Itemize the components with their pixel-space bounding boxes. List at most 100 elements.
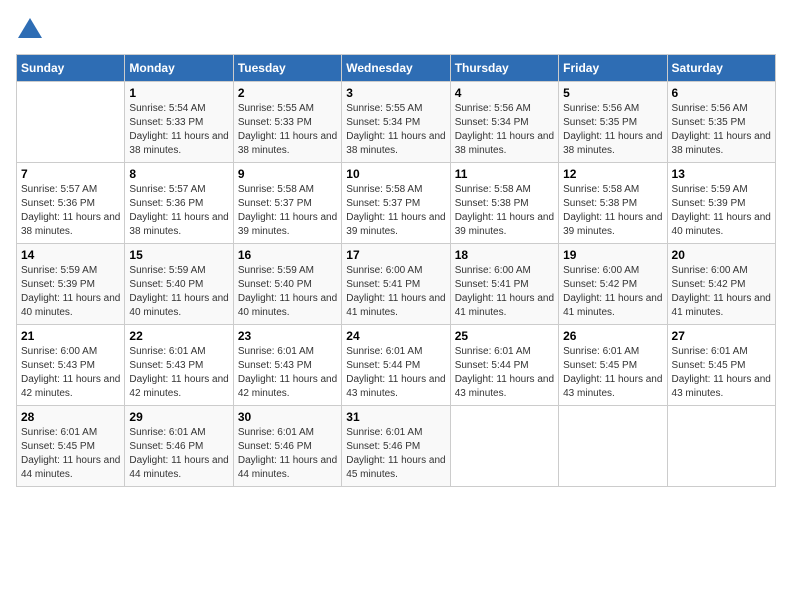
- logo: [16, 16, 48, 44]
- calendar-cell: 21 Sunrise: 6:00 AMSunset: 5:43 PMDayligh…: [17, 325, 125, 406]
- calendar-cell: [450, 406, 558, 487]
- calendar-cell: 7 Sunrise: 5:57 AMSunset: 5:36 PMDaylight…: [17, 163, 125, 244]
- day-info: Sunrise: 6:01 AMSunset: 5:44 PMDaylight:…: [455, 345, 554, 401]
- day-info: Sunrise: 5:59 AMSunset: 5:40 PMDaylight:…: [129, 264, 228, 320]
- day-number: 18: [455, 248, 554, 262]
- day-number: 24: [346, 329, 445, 343]
- calendar-cell: 14Sunrise: 5:59 AMSunset: 5:39 PMDayligh…: [17, 244, 125, 325]
- calendar-cell: 17Sunrise: 6:00 AMSunset: 5:41 PMDayligh…: [342, 244, 450, 325]
- calendar-cell: 19 Sunrise: 6:00 AMSunset: 5:42 PMDayligh…: [559, 244, 667, 325]
- day-info: Sunrise: 6:00 AMSunset: 5:42 PMDaylight:…: [563, 264, 662, 320]
- day-number: 25: [455, 329, 554, 343]
- day-info: Sunrise: 6:01 AMSunset: 5:44 PMDaylight:…: [346, 345, 445, 401]
- day-number: 11: [455, 167, 554, 181]
- calendar-cell: 12 Sunrise: 5:58 AMSunset: 5:38 PMDayligh…: [559, 163, 667, 244]
- day-number: 3: [346, 86, 445, 100]
- day-info: Sunrise: 5:58 AMSunset: 5:37 PMDaylight:…: [238, 183, 337, 239]
- day-info: Sunrise: 5:57 AMSunset: 5:36 PMDaylight:…: [21, 183, 120, 239]
- day-number: 31: [346, 410, 445, 424]
- day-info: Sunrise: 6:01 AMSunset: 5:45 PMDaylight:…: [672, 345, 771, 401]
- day-number: 23: [238, 329, 337, 343]
- day-info: Sunrise: 6:01 AMSunset: 5:46 PMDaylight:…: [346, 426, 445, 482]
- calendar-cell: 6 Sunrise: 5:56 AMSunset: 5:35 PMDaylight…: [667, 82, 775, 163]
- day-info: Sunrise: 5:59 AMSunset: 5:39 PMDaylight:…: [21, 264, 120, 320]
- day-number: 30: [238, 410, 337, 424]
- day-number: 15: [129, 248, 228, 262]
- day-info: Sunrise: 5:55 AMSunset: 5:33 PMDaylight:…: [238, 102, 337, 158]
- day-header-wednesday: Wednesday: [342, 55, 450, 82]
- day-info: Sunrise: 6:01 AMSunset: 5:45 PMDaylight:…: [21, 426, 120, 482]
- day-info: Sunrise: 6:01 AMSunset: 5:45 PMDaylight:…: [563, 345, 662, 401]
- day-number: 29: [129, 410, 228, 424]
- day-number: 27: [672, 329, 771, 343]
- calendar-cell: 26 Sunrise: 6:01 AMSunset: 5:45 PMDayligh…: [559, 325, 667, 406]
- day-info: Sunrise: 6:00 AMSunset: 5:43 PMDaylight:…: [21, 345, 120, 401]
- calendar-cell: 28Sunrise: 6:01 AMSunset: 5:45 PMDayligh…: [17, 406, 125, 487]
- day-info: Sunrise: 6:00 AMSunset: 5:41 PMDaylight:…: [455, 264, 554, 320]
- calendar-cell: 30 Sunrise: 6:01 AMSunset: 5:46 PMDayligh…: [233, 406, 341, 487]
- day-info: Sunrise: 6:01 AMSunset: 5:43 PMDaylight:…: [238, 345, 337, 401]
- calendar-cell: 24 Sunrise: 6:01 AMSunset: 5:44 PMDayligh…: [342, 325, 450, 406]
- day-number: 12: [563, 167, 662, 181]
- calendar-cell: 15 Sunrise: 5:59 AMSunset: 5:40 PMDayligh…: [125, 244, 233, 325]
- calendar-cell: 2 Sunrise: 5:55 AMSunset: 5:33 PMDaylight…: [233, 82, 341, 163]
- week-row-5: 28Sunrise: 6:01 AMSunset: 5:45 PMDayligh…: [17, 406, 776, 487]
- day-number: 4: [455, 86, 554, 100]
- day-number: 16: [238, 248, 337, 262]
- calendar-cell: 25 Sunrise: 6:01 AMSunset: 5:44 PMDayligh…: [450, 325, 558, 406]
- day-info: Sunrise: 6:00 AMSunset: 5:42 PMDaylight:…: [672, 264, 771, 320]
- day-info: Sunrise: 5:58 AMSunset: 5:37 PMDaylight:…: [346, 183, 445, 239]
- day-info: Sunrise: 5:57 AMSunset: 5:36 PMDaylight:…: [129, 183, 228, 239]
- day-number: 6: [672, 86, 771, 100]
- day-info: Sunrise: 5:58 AMSunset: 5:38 PMDaylight:…: [455, 183, 554, 239]
- calendar-cell: 20 Sunrise: 6:00 AMSunset: 5:42 PMDayligh…: [667, 244, 775, 325]
- week-row-3: 14Sunrise: 5:59 AMSunset: 5:39 PMDayligh…: [17, 244, 776, 325]
- calendar-cell: 4Sunrise: 5:56 AMSunset: 5:34 PMDaylight…: [450, 82, 558, 163]
- day-number: 19: [563, 248, 662, 262]
- day-info: Sunrise: 5:59 AMSunset: 5:40 PMDaylight:…: [238, 264, 337, 320]
- day-info: Sunrise: 6:00 AMSunset: 5:41 PMDaylight:…: [346, 264, 445, 320]
- day-info: Sunrise: 5:56 AMSunset: 5:35 PMDaylight:…: [563, 102, 662, 158]
- calendar-body: 1 Sunrise: 5:54 AMSunset: 5:33 PMDaylight…: [17, 82, 776, 487]
- calendar-cell: 5 Sunrise: 5:56 AMSunset: 5:35 PMDaylight…: [559, 82, 667, 163]
- page-header: [16, 16, 776, 44]
- calendar-cell: 27 Sunrise: 6:01 AMSunset: 5:45 PMDayligh…: [667, 325, 775, 406]
- calendar-cell: 8 Sunrise: 5:57 AMSunset: 5:36 PMDaylight…: [125, 163, 233, 244]
- day-number: 1: [129, 86, 228, 100]
- day-header-thursday: Thursday: [450, 55, 558, 82]
- day-info: Sunrise: 6:01 AMSunset: 5:43 PMDaylight:…: [129, 345, 228, 401]
- day-info: Sunrise: 6:01 AMSunset: 5:46 PMDaylight:…: [238, 426, 337, 482]
- day-info: Sunrise: 5:59 AMSunset: 5:39 PMDaylight:…: [672, 183, 771, 239]
- day-number: 8: [129, 167, 228, 181]
- calendar-cell: 3Sunrise: 5:55 AMSunset: 5:34 PMDaylight…: [342, 82, 450, 163]
- day-info: Sunrise: 5:56 AMSunset: 5:35 PMDaylight:…: [672, 102, 771, 158]
- calendar-cell: [17, 82, 125, 163]
- calendar-cell: 23 Sunrise: 6:01 AMSunset: 5:43 PMDayligh…: [233, 325, 341, 406]
- week-row-1: 1 Sunrise: 5:54 AMSunset: 5:33 PMDaylight…: [17, 82, 776, 163]
- day-number: 21: [21, 329, 120, 343]
- week-row-2: 7 Sunrise: 5:57 AMSunset: 5:36 PMDaylight…: [17, 163, 776, 244]
- calendar-table: SundayMondayTuesdayWednesdayThursdayFrid…: [16, 54, 776, 487]
- day-number: 5: [563, 86, 662, 100]
- day-info: Sunrise: 5:54 AMSunset: 5:33 PMDaylight:…: [129, 102, 228, 158]
- day-number: 7: [21, 167, 120, 181]
- day-header-monday: Monday: [125, 55, 233, 82]
- calendar-cell: 18 Sunrise: 6:00 AMSunset: 5:41 PMDayligh…: [450, 244, 558, 325]
- day-number: 22: [129, 329, 228, 343]
- calendar-cell: 29 Sunrise: 6:01 AMSunset: 5:46 PMDayligh…: [125, 406, 233, 487]
- calendar-cell: 16 Sunrise: 5:59 AMSunset: 5:40 PMDayligh…: [233, 244, 341, 325]
- day-header-saturday: Saturday: [667, 55, 775, 82]
- calendar-cell: 31 Sunrise: 6:01 AMSunset: 5:46 PMDayligh…: [342, 406, 450, 487]
- calendar-header-row: SundayMondayTuesdayWednesdayThursdayFrid…: [17, 55, 776, 82]
- calendar-cell: 11 Sunrise: 5:58 AMSunset: 5:38 PMDayligh…: [450, 163, 558, 244]
- day-header-friday: Friday: [559, 55, 667, 82]
- calendar-cell: [559, 406, 667, 487]
- day-number: 2: [238, 86, 337, 100]
- day-number: 26: [563, 329, 662, 343]
- calendar-cell: 22 Sunrise: 6:01 AMSunset: 5:43 PMDayligh…: [125, 325, 233, 406]
- day-number: 20: [672, 248, 771, 262]
- day-info: Sunrise: 6:01 AMSunset: 5:46 PMDaylight:…: [129, 426, 228, 482]
- day-number: 10: [346, 167, 445, 181]
- day-info: Sunrise: 5:58 AMSunset: 5:38 PMDaylight:…: [563, 183, 662, 239]
- calendar-cell: 1 Sunrise: 5:54 AMSunset: 5:33 PMDaylight…: [125, 82, 233, 163]
